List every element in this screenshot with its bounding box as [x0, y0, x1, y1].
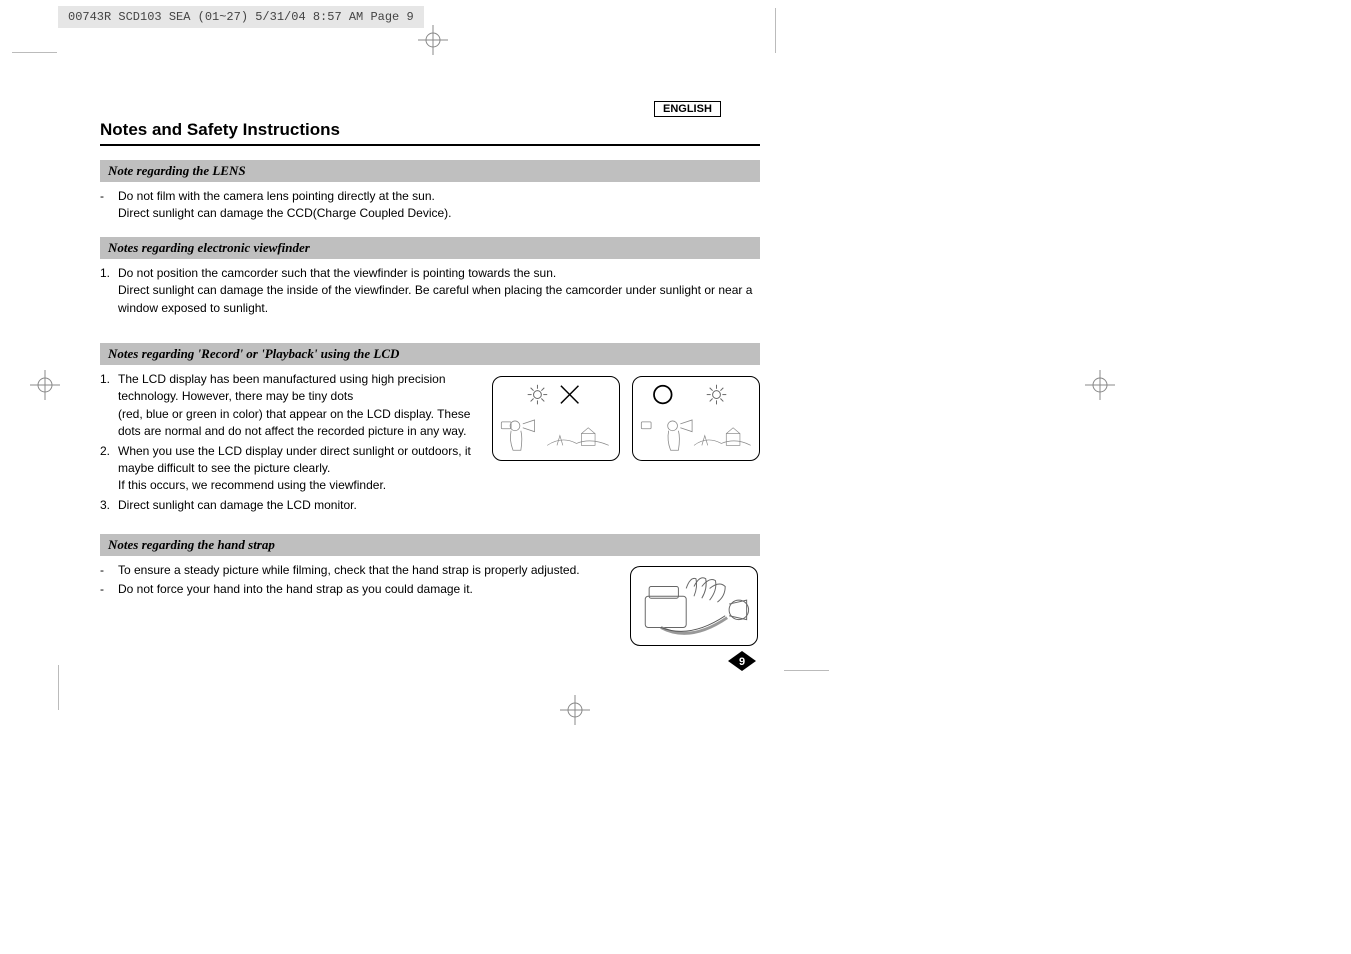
registration-mark-icon: [418, 25, 448, 55]
page-title: Notes and Safety Instructions: [100, 120, 760, 146]
section-heading-lens: Note regarding the LENS: [100, 160, 760, 182]
list-text: When you use the LCD display under direc…: [118, 443, 482, 495]
crop-line: [775, 8, 776, 53]
lcd-figure-correct: [632, 376, 760, 461]
list-marker: 3.: [100, 497, 118, 514]
list-text: Do not force your hand into the hand str…: [118, 581, 473, 598]
list-marker: -: [100, 188, 118, 223]
list-marker: 1.: [100, 265, 118, 317]
list-marker: -: [100, 562, 118, 579]
hand-strap-figure: [630, 566, 758, 646]
section-heading-lcd: Notes regarding 'Record' or 'Playback' u…: [100, 343, 760, 365]
registration-mark-icon: [560, 695, 590, 725]
list-marker: 2.: [100, 443, 118, 495]
list-text: Direct sunlight can damage the LCD monit…: [118, 497, 357, 514]
crop-line: [12, 52, 57, 53]
section-heading-strap: Notes regarding the hand strap: [100, 534, 760, 556]
crop-line: [784, 670, 829, 671]
section-heading-viewfinder: Notes regarding electronic viewfinder: [100, 237, 760, 259]
section-body: - Do not film with the camera lens point…: [100, 188, 760, 223]
lcd-figure-wrong: [492, 376, 620, 461]
page-number-badge: 9: [728, 651, 756, 671]
section-body: 1. The LCD display has been manufactured…: [100, 371, 482, 516]
list-text: Do not film with the camera lens pointin…: [118, 188, 452, 223]
registration-mark-icon: [1085, 370, 1115, 400]
prepress-header: 00743R SCD103 SEA (01~27) 5/31/04 8:57 A…: [58, 6, 424, 28]
list-text: The LCD display has been manufactured us…: [118, 371, 482, 441]
lcd-figures: [492, 376, 760, 516]
language-label: ENGLISH: [654, 101, 721, 117]
registration-mark-icon: [30, 370, 60, 400]
section-body: 1. Do not position the camcorder such th…: [100, 265, 760, 317]
crop-line: [58, 665, 59, 710]
list-marker: 1.: [100, 371, 118, 441]
section-body: - To ensure a steady picture while filmi…: [100, 562, 610, 646]
list-text: To ensure a steady picture while filming…: [118, 562, 580, 579]
page-content: ENGLISH Notes and Safety Instructions No…: [100, 105, 760, 646]
list-text: Do not position the camcorder such that …: [118, 265, 760, 317]
list-marker: -: [100, 581, 118, 598]
